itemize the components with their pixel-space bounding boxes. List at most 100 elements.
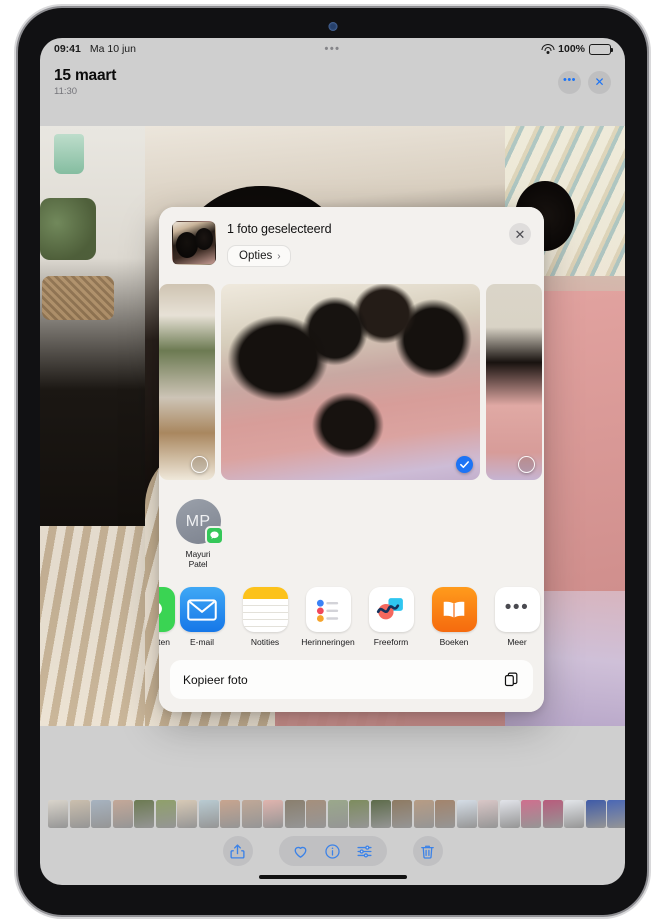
- share-sheet-close-button[interactable]: ✕: [509, 223, 531, 245]
- app-label: Notities: [250, 637, 280, 648]
- filmstrip-thumbnail[interactable]: [499, 800, 520, 828]
- photo-previous[interactable]: [159, 284, 215, 480]
- status-date: Ma 10 jun: [89, 43, 136, 55]
- filmstrip-thumbnail[interactable]: [48, 800, 68, 828]
- freeform-icon: [368, 587, 414, 633]
- copy-photo-label: Kopieer foto: [183, 672, 248, 687]
- device-frame: 09:41 Ma 10 jun ••• 100% 15 maart 11:30 …: [18, 8, 647, 915]
- status-center-dots: •••: [324, 42, 341, 55]
- app-label: E-mail: [189, 637, 215, 648]
- notes-icon: [242, 587, 288, 633]
- bottom-toolbar: [40, 829, 625, 873]
- filmstrip-thumbnail[interactable]: [542, 800, 563, 828]
- share-sheet-header: 1 foto geselecteerd Opties › ✕: [159, 207, 544, 278]
- battery-icon: [589, 43, 613, 55]
- page-title: 15 maart: [54, 67, 117, 84]
- filmstrip-thumbnail[interactable]: [155, 800, 176, 828]
- copy-photo-action[interactable]: Kopieer foto: [170, 660, 533, 700]
- filmstrip-thumbnail[interactable]: [370, 800, 391, 828]
- selection-count-label: 1 foto geselecteerd: [227, 222, 332, 236]
- filmstrip-thumbnail[interactable]: [91, 800, 111, 828]
- filmstrip-thumbnail[interactable]: [607, 800, 625, 828]
- nav-title-block: 15 maart 11:30: [54, 67, 116, 97]
- photo-actions-group: [278, 836, 387, 866]
- copy-icon: [503, 671, 520, 688]
- filmstrip-thumbnail[interactable]: [134, 800, 154, 828]
- filmstrip-thumbnail[interactable]: [263, 800, 283, 828]
- adjust-icon[interactable]: [354, 840, 376, 862]
- info-icon[interactable]: [322, 840, 344, 862]
- status-time: 09:41: [54, 43, 81, 55]
- filmstrip-thumbnail[interactable]: [349, 800, 369, 828]
- filmstrip-thumbnail[interactable]: [112, 800, 133, 828]
- app-label: Herinneringen: [301, 637, 355, 648]
- share-actions-list: Kopieer foto: [159, 657, 544, 713]
- mail-icon: [179, 587, 225, 633]
- photo-selection-strip[interactable]: [159, 278, 544, 486]
- filmstrip-thumbnail[interactable]: [478, 800, 498, 828]
- app-books[interactable]: Boeken: [428, 587, 480, 647]
- contact-name-line1: Mayuri: [185, 549, 211, 559]
- more-options-button[interactable]: •••: [558, 70, 581, 94]
- avatar: MP: [175, 499, 224, 545]
- wifi-icon: [541, 44, 555, 54]
- more-icon: •••: [494, 587, 540, 633]
- selection-circle-unchecked[interactable]: [191, 456, 208, 473]
- filmstrip-thumbnail[interactable]: [521, 800, 541, 828]
- trash-icon: [417, 840, 439, 862]
- home-indicator: [258, 875, 407, 879]
- filmstrip-thumbnail[interactable]: [177, 800, 197, 828]
- app-freeform[interactable]: Freeform: [365, 587, 417, 647]
- options-button[interactable]: Opties ›: [227, 245, 291, 267]
- share-icon: [227, 840, 249, 862]
- status-right-group: 100%: [541, 43, 613, 55]
- page-subtitle: 11:30: [54, 86, 78, 97]
- app-label: Meer: [507, 637, 527, 648]
- photo-next[interactable]: [486, 284, 542, 480]
- photo-filmstrip[interactable]: [40, 799, 625, 829]
- messages-icon: [159, 587, 175, 633]
- contact-name: Mayuri Patel: [186, 549, 211, 569]
- filmstrip-thumbnail[interactable]: [327, 800, 348, 828]
- app-label: Boeken: [439, 637, 469, 648]
- front-camera-icon: [328, 22, 337, 31]
- filmstrip-thumbnail[interactable]: [392, 800, 412, 828]
- suggested-contacts-row: MP Mayuri Patel: [159, 486, 544, 582]
- filmstrip-thumbnail[interactable]: [198, 800, 219, 828]
- photo-main-selected[interactable]: [221, 284, 480, 480]
- chevron-right-icon: ›: [277, 250, 281, 262]
- books-icon: [431, 587, 477, 633]
- filmstrip-thumbnail[interactable]: [69, 800, 90, 828]
- app-reminders[interactable]: Herinneringen: [301, 587, 355, 648]
- nav-actions: ••• ✕: [558, 70, 611, 94]
- ipad-screen: 09:41 Ma 10 jun ••• 100% 15 maart 11:30 …: [40, 38, 625, 885]
- battery-percent-label: 100%: [558, 43, 585, 55]
- selection-circle-unchecked[interactable]: [518, 456, 535, 473]
- status-left-group: 09:41 Ma 10 jun: [54, 43, 136, 55]
- share-button[interactable]: [222, 836, 253, 866]
- selected-photo-thumbnail[interactable]: [172, 221, 216, 265]
- app-more[interactable]: ••• Meer: [491, 587, 543, 647]
- app-messages[interactable]: Berichten: [159, 587, 175, 647]
- backdrop-left: [40, 126, 145, 726]
- filmstrip-thumbnail[interactable]: [413, 800, 434, 828]
- filmstrip-thumbnail[interactable]: [306, 800, 326, 828]
- heart-icon[interactable]: [290, 840, 312, 862]
- filmstrip-thumbnail[interactable]: [456, 800, 477, 828]
- filmstrip-thumbnail[interactable]: [220, 800, 240, 828]
- share-apps-row: Berichten E-mail Not: [159, 581, 544, 658]
- messages-badge-icon: [204, 526, 224, 545]
- app-notes[interactable]: Notities: [239, 587, 291, 647]
- selection-circle-checked[interactable]: [456, 456, 473, 473]
- filmstrip-thumbnail[interactable]: [435, 800, 455, 828]
- status-bar: 09:41 Ma 10 jun ••• 100%: [40, 38, 625, 60]
- filmstrip-thumbnail[interactable]: [564, 800, 584, 828]
- close-button[interactable]: ✕: [588, 70, 611, 94]
- delete-button[interactable]: [412, 836, 443, 866]
- contact-mayuri-patel[interactable]: MP Mayuri Patel: [172, 499, 224, 569]
- app-label: Freeform: [373, 637, 409, 648]
- filmstrip-thumbnail[interactable]: [585, 800, 606, 828]
- app-mail[interactable]: E-mail: [176, 587, 228, 647]
- filmstrip-thumbnail[interactable]: [241, 800, 262, 828]
- filmstrip-thumbnail[interactable]: [284, 800, 305, 828]
